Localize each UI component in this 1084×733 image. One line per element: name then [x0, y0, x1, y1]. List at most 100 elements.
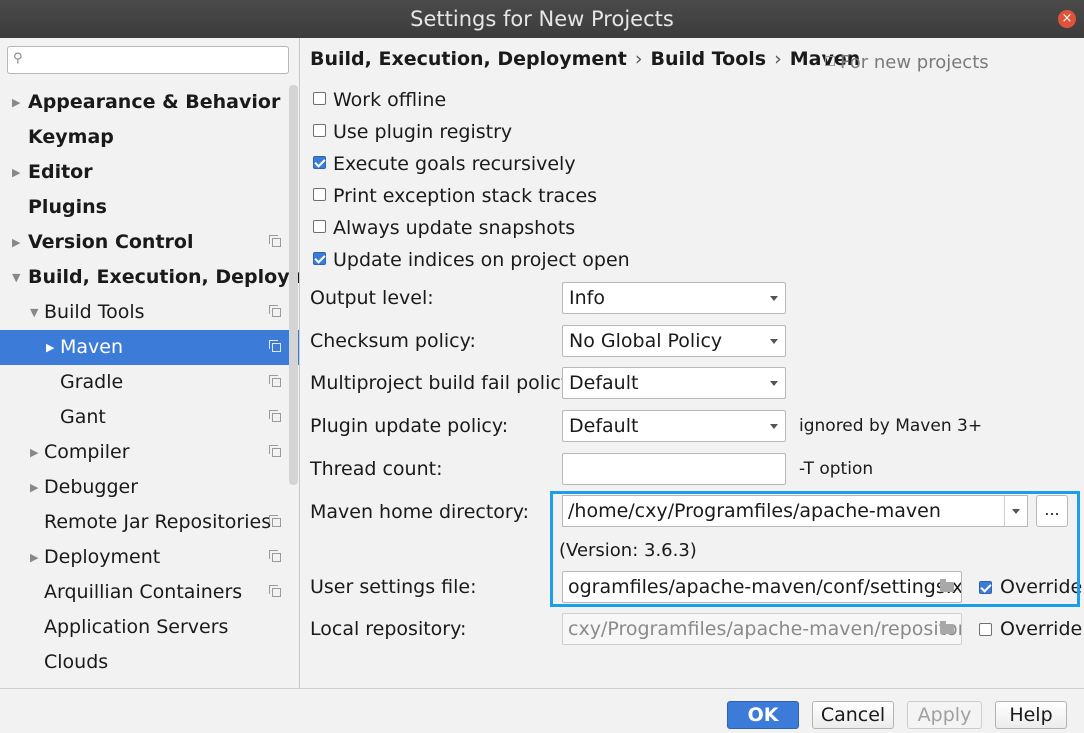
sidebar-item[interactable]: Arquillian Containers — [0, 575, 299, 610]
copy-icon — [269, 340, 281, 352]
sidebar-item[interactable]: ▶ Version Control — [0, 225, 299, 260]
copy-icon — [825, 56, 835, 66]
sidebar-item[interactable]: Application Servers — [0, 610, 299, 645]
breadcrumb-separator: › — [774, 48, 782, 70]
checksum-policy-label: Checksum policy: — [310, 330, 476, 352]
sidebar-item[interactable]: ▶ Debugger — [0, 470, 299, 505]
sidebar-item-label: Build Tools — [44, 301, 145, 323]
sidebar-item[interactable]: Gant — [0, 400, 299, 435]
option-checkbox[interactable]: Execute goals recursively — [313, 150, 633, 178]
option-checkbox[interactable]: Use plugin registry — [313, 118, 633, 146]
chevron-right-icon[interactable]: ▶ — [46, 330, 54, 365]
chevron-right-icon[interactable]: ▶ — [30, 435, 38, 470]
sidebar-item[interactable]: Plugins — [0, 190, 299, 225]
breadcrumb-item: Build Tools — [650, 48, 767, 70]
chevron-right-icon[interactable]: ▶ — [30, 540, 38, 575]
plugin-update-value: Default — [569, 415, 639, 437]
checkbox-icon[interactable] — [979, 623, 992, 636]
scope-note: For new projects — [825, 52, 989, 73]
checkbox-label: Print exception stack traces — [333, 185, 598, 207]
output-level-select[interactable]: Info — [562, 282, 786, 314]
checksum-policy-select[interactable]: No Global Policy — [562, 325, 786, 357]
option-checkbox[interactable]: Always update snapshots — [313, 214, 633, 242]
sidebar-item-label: Gant — [60, 406, 106, 428]
multiproject-fail-value: Default — [569, 372, 639, 394]
maven-home-value: /home/cxy/Programfiles/apache-maven — [568, 500, 941, 522]
checkbox-icon[interactable] — [313, 188, 326, 201]
output-level-label: Output level: — [310, 287, 434, 309]
scope-note-label: For new projects — [840, 52, 989, 73]
sidebar-item[interactable]: ▶ Maven — [0, 330, 299, 365]
checkbox-icon[interactable] — [313, 220, 326, 233]
chevron-right-icon[interactable]: ▶ — [12, 155, 20, 190]
sidebar-item-label: Gradle — [60, 371, 124, 393]
chevron-right-icon[interactable]: ▶ — [12, 225, 20, 260]
chevron-right-icon[interactable]: ▶ — [12, 85, 20, 120]
sidebar-item[interactable]: ▼ Build Tools — [0, 295, 299, 330]
help-button[interactable]: Help — [995, 701, 1067, 729]
copy-icon — [269, 515, 281, 527]
chevron-down-icon[interactable]: ▼ — [30, 295, 38, 330]
option-checkbox[interactable]: Print exception stack traces — [313, 182, 633, 210]
checksum-policy-value: No Global Policy — [569, 330, 723, 352]
chevron-down-icon — [770, 296, 778, 301]
checkbox-icon[interactable] — [313, 124, 326, 137]
sidebar-item-label: Compiler — [44, 441, 130, 463]
sidebar-item[interactable]: Keymap — [0, 120, 299, 155]
user-settings-value: ogramfiles/apache-maven/conf/settings.xm… — [568, 576, 962, 598]
maven-home-browse-button[interactable]: ... — [1036, 495, 1068, 527]
sidebar-item[interactable]: Gradle — [0, 365, 299, 400]
sidebar-item[interactable]: ▶ Compiler — [0, 435, 299, 470]
copy-icon — [269, 585, 281, 597]
sidebar-item-label: Application Servers — [44, 616, 229, 638]
user-settings-override-checkbox[interactable]: Override — [979, 573, 1083, 601]
apply-button[interactable]: Apply — [907, 701, 982, 729]
plugin-update-hint: ignored by Maven 3+ — [799, 416, 983, 436]
checkbox-label: Work offline — [333, 89, 447, 111]
sidebar-item[interactable]: ▶ Appearance & Behavior — [0, 85, 299, 120]
close-icon[interactable]: × — [1058, 10, 1076, 28]
output-level-value: Info — [569, 287, 605, 309]
thread-count-input[interactable] — [562, 453, 786, 485]
sidebar-item[interactable]: ▶ Deployment — [0, 540, 299, 575]
sidebar-item[interactable]: Clouds — [0, 645, 299, 680]
chevron-right-icon[interactable]: ▶ — [30, 470, 38, 505]
option-checkbox[interactable]: Work offline — [313, 86, 633, 114]
sidebar-item-label: Editor — [28, 161, 93, 183]
override-label: Override — [1000, 576, 1083, 598]
multiproject-fail-select[interactable]: Default — [562, 367, 786, 399]
multiproject-fail-label: Multiproject build fail policy: — [310, 372, 578, 394]
sidebar-item-label: Appearance & Behavior — [28, 91, 281, 113]
search-input[interactable]: ⚲ — [7, 46, 289, 74]
checkbox-icon[interactable] — [979, 581, 992, 594]
local-repo-override-checkbox[interactable]: Override — [979, 615, 1083, 643]
cancel-button[interactable]: Cancel — [812, 701, 894, 729]
user-settings-input[interactable]: ogramfiles/apache-maven/conf/settings.xm… — [562, 571, 962, 603]
copy-icon — [269, 235, 281, 247]
thread-count-label: Thread count: — [310, 458, 443, 480]
option-checkbox[interactable]: Update indices on project open — [313, 246, 633, 274]
chevron-down-icon — [770, 381, 778, 386]
checkbox-label: Always update snapshots — [333, 217, 576, 239]
folder-icon[interactable] — [940, 579, 954, 592]
ok-button[interactable]: OK — [727, 701, 799, 729]
maven-home-select[interactable]: /home/cxy/Programfiles/apache-maven — [562, 495, 1028, 527]
folder-icon[interactable] — [940, 621, 954, 634]
sidebar-item[interactable]: ▶ Editor — [0, 155, 299, 190]
checkbox-icon[interactable] — [313, 92, 326, 105]
plugin-update-select[interactable]: Default — [562, 410, 786, 442]
checkbox-icon[interactable] — [313, 156, 326, 169]
override-label: Override — [1000, 618, 1083, 640]
local-repo-label: Local repository: — [310, 618, 467, 640]
sidebar-item[interactable]: Remote Jar Repositories — [0, 505, 299, 540]
checkbox-icon[interactable] — [313, 252, 326, 265]
chevron-down-icon[interactable]: ▼ — [12, 260, 20, 295]
sidebar-item-label: Plugins — [28, 196, 107, 218]
local-repo-input[interactable]: cxy/Programfiles/apache-maven/repository — [562, 613, 962, 645]
sidebar-scrollbar[interactable] — [289, 85, 298, 485]
sidebar-item[interactable]: ▼ Build, Execution, Deploymen — [0, 260, 299, 295]
chevron-down-icon — [770, 424, 778, 429]
checkbox-label: Update indices on project open — [333, 249, 630, 271]
maven-version-label: (Version: 3.6.3) — [559, 540, 697, 561]
chevron-down-icon[interactable] — [1004, 496, 1027, 526]
